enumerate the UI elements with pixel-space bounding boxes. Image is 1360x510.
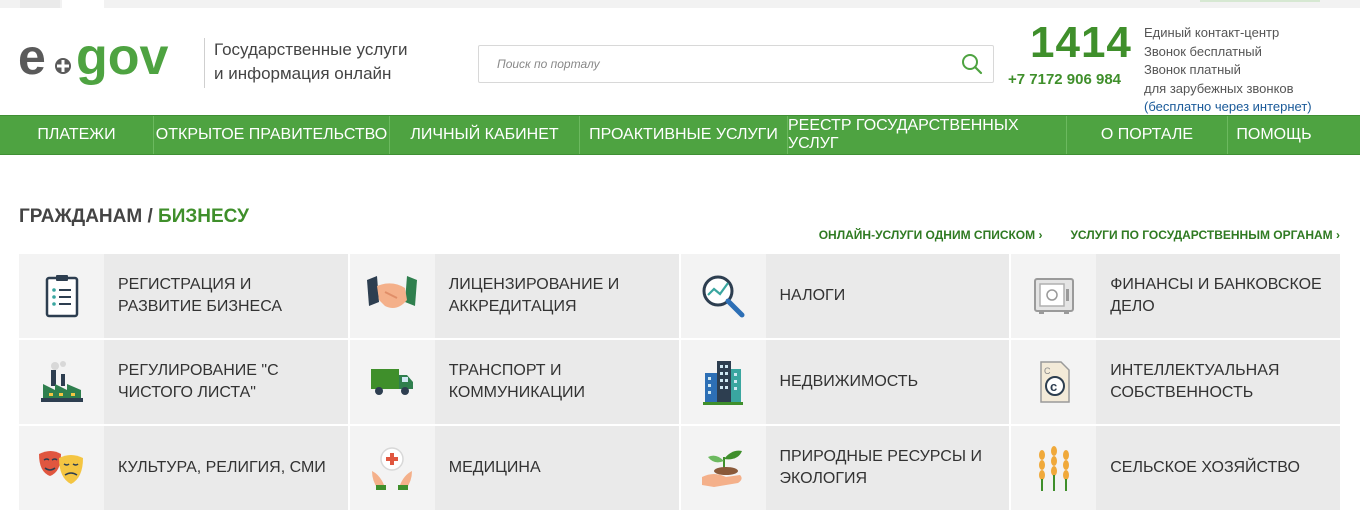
contact-line1: Единый контакт-центр [1144,25,1280,40]
search-input[interactable] [479,46,949,82]
top-divider [1200,0,1320,2]
top-tab-inactive[interactable] [20,0,60,8]
nav-item-open-government[interactable]: ОТКРЫТОЕ ПРАВИТЕЛЬСТВО [154,116,390,154]
tile-label: РЕГУЛИРОВАНИЕ "С ЧИСТОГО ЛИСТА" [118,362,279,401]
tile-label: НЕДВИЖИМОСТЬ [779,373,919,390]
tagline-line1: Государственные услуги [214,40,408,59]
category-tile-clean-sheet-regulation[interactable]: РЕГУЛИРОВАНИЕ "С ЧИСТОГО ЛИСТА" [19,340,348,424]
contact-phone[interactable]: +7 7172 906 984 [1008,71,1121,88]
contact-line3: Звонок платный [1144,62,1241,77]
section-title: ГРАЖДАНАМ / БИЗНЕСУ [19,206,249,228]
contact-info: Единый контакт-центр Звонок бесплатный З… [1144,24,1312,117]
search-icon[interactable] [961,53,983,75]
magnifier-chart-icon [702,275,745,318]
contact-center-number[interactable]: 1414 [1030,18,1132,68]
category-tile-finance-banking[interactable]: ФИНАНСЫ И БАНКОВСКОЕ ДЕЛО [1011,254,1340,338]
online-services-list-link[interactable]: ОНЛАЙН-УСЛУГИ ОДНИМ СПИСКОМ › [819,228,1043,242]
nav-item-services-registry[interactable]: РЕЕСТР ГОСУДАРСТВЕННЫХ УСЛУГ [788,116,1067,154]
main-nav: ПЛАТЕЖИ ОТКРЫТОЕ ПРАВИТЕЛЬСТВО ЛИЧНЫЙ КА… [0,115,1360,155]
tile-label: ФИНАНСЫ И БАНКОВСКОЕ ДЕЛО [1110,276,1322,315]
category-tile-intellectual-property[interactable]: C c ИНТЕЛЛЕКТУАЛЬНАЯ СОБСТВЕННОСТЬ [1011,340,1340,424]
category-tile-transport[interactable]: ТРАНСПОРТ И КОММУНИКАЦИИ [349,340,679,424]
svg-text:c: c [1050,379,1057,394]
tile-label: КУЛЬТУРА, РЕЛИГИЯ, СМИ [118,459,326,476]
wheat-icon [1038,446,1069,491]
clipboard-icon [45,275,78,318]
medical-hands-icon [372,447,413,490]
contact-line2: Звонок бесплатный [1144,43,1262,59]
top-strip [0,0,1360,8]
category-tile-agriculture[interactable]: СЕЛЬСКОЕ ХОЗЯЙСТВО [1011,426,1340,510]
tile-label: ТРАНСПОРТ И КОММУНИКАЦИИ [448,362,586,401]
svg-text:C: C [1044,366,1051,376]
safe-icon [1033,278,1074,314]
egov-logo-icon: e gov [18,28,169,86]
category-tile-business-registration[interactable]: РЕГИСТРАЦИЯ И РАЗВИТИЕ БИЗНЕСА [19,254,348,338]
tile-label: ПРИРОДНЫЕ РЕСУРСЫ И ЭКОЛОГИЯ [779,448,982,487]
theater-masks-icon [38,451,83,484]
category-tile-culture-religion-media[interactable]: КУЛЬТУРА, РЕЛИГИЯ, СМИ [19,426,348,510]
site-header: e gov Государственные услуги и информаци… [0,8,1360,115]
category-tile-taxes[interactable]: НАЛОГИ [680,254,1010,338]
nav-item-about[interactable]: О ПОРТАЛЕ [1067,116,1228,154]
search-box [478,45,994,83]
section-links: ОНЛАЙН-УСЛУГИ ОДНИМ СПИСКОМ › УСЛУГИ ПО … [819,228,1340,242]
truck-icon [371,369,414,395]
category-tile-natural-resources[interactable]: ПРИРОДНЫЕ РЕСУРСЫ И ЭКОЛОГИЯ [680,426,1010,510]
tile-label: МЕДИЦИНА [448,459,541,476]
services-by-agency-link[interactable]: УСЛУГИ ПО ГОСУДАРСТВЕННЫМ ОРГАНАМ › [1070,228,1340,242]
tile-label: РЕГИСТРАЦИЯ И РАЗВИТИЕ БИЗНЕСА [118,276,283,315]
contact-free-internet-link[interactable]: (бесплатно через интернет) [1144,98,1312,117]
tab-business[interactable]: БИЗНЕСУ [158,206,249,227]
copyright-icon: C c [1040,361,1070,403]
svg-text:e: e [18,30,46,85]
tile-label: ЛИЦЕНЗИРОВАНИЕ И АККРЕДИТАЦИЯ [448,276,620,315]
tile-label: ИНТЕЛЛЕКТУАЛЬНАЯ СОБСТВЕННОСТЬ [1110,362,1280,401]
category-tile-licensing[interactable]: ЛИЦЕНЗИРОВАНИЕ И АККРЕДИТАЦИЯ [349,254,679,338]
category-grid: РЕГИСТРАЦИЯ И РАЗВИТИЕ БИЗНЕСА ЛИЦЕНЗИРО… [19,254,1340,510]
svg-text:gov: gov [76,30,169,86]
category-tile-medicine[interactable]: МЕДИЦИНА [349,426,679,510]
nav-item-proactive-services[interactable]: ПРОАКТИВНЫЕ УСЛУГИ [580,116,788,154]
buildings-icon [703,361,743,405]
nav-item-personal-account[interactable]: ЛИЧНЫЙ КАБИНЕТ [390,116,580,154]
nav-item-payments[interactable]: ПЛАТЕЖИ [0,116,154,154]
top-tab-active[interactable] [62,0,104,8]
sprout-hand-icon [702,450,742,487]
site-tagline: Государственные услуги и информация онла… [204,38,407,88]
tile-label: НАЛОГИ [779,287,846,304]
egov-logo[interactable]: e gov [18,28,198,90]
tagline-line2: и информация онлайн [214,64,392,83]
tile-label: СЕЛЬСКОЕ ХОЗЯЙСТВО [1110,459,1300,476]
tab-citizens[interactable]: ГРАЖДАНАМ / [19,206,153,227]
nav-item-help[interactable]: ПОМОЩЬ [1228,116,1320,154]
factory-icon [40,361,83,402]
handshake-icon [367,276,418,308]
category-tile-real-estate[interactable]: НЕДВИЖИМОСТЬ [680,340,1010,424]
contact-line4: для зарубежных звонков [1144,80,1294,96]
